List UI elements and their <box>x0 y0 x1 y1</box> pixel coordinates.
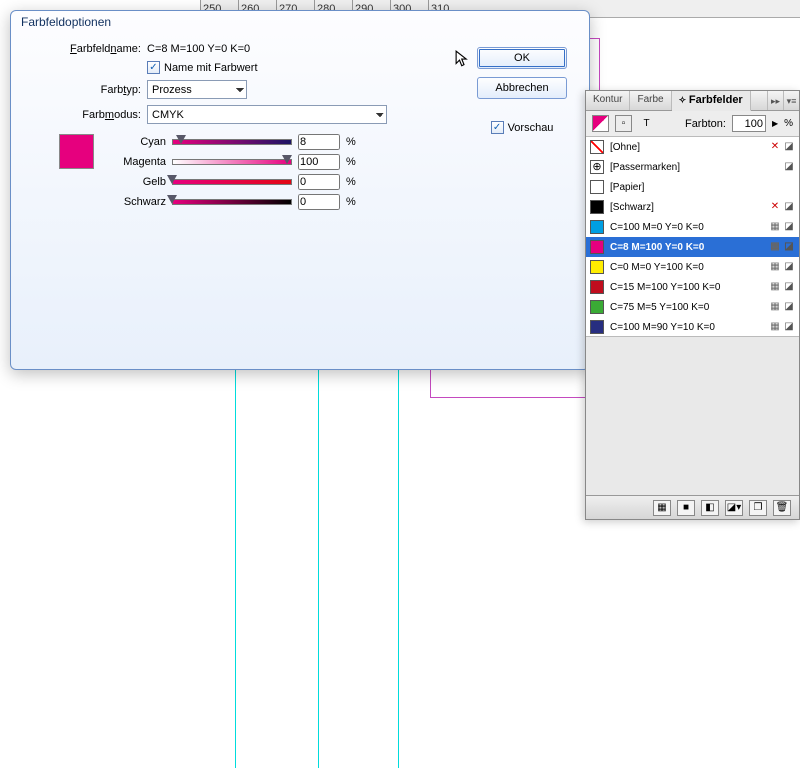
preview-label: Vorschau <box>508 122 554 134</box>
swatch-chip <box>590 180 604 194</box>
swatch-chip <box>590 280 604 294</box>
container-icon[interactable]: ▫ <box>615 115 632 132</box>
swatch-name: C=8 M=100 Y=0 K=0 <box>610 242 763 253</box>
swatch-chip <box>590 160 604 174</box>
tab-kontur[interactable]: Kontur <box>586 91 630 110</box>
magenta-label: Magenta <box>106 156 166 168</box>
dialog-title: Farbfeldoptionen <box>11 11 589 33</box>
color-type-label: Farbtyp: <box>31 84 141 96</box>
swatch-name: [Passermarken] <box>610 162 777 173</box>
pct-label: % <box>346 176 356 188</box>
yellow-label: Gelb <box>106 176 166 188</box>
pct-label: % <box>346 196 356 208</box>
swatch-name-value: C=8 M=100 Y=0 K=0 <box>147 43 250 55</box>
swatch-chip <box>590 240 604 254</box>
swatch-status-icons: ▦◪ <box>769 301 795 313</box>
swatch-name-label: Farbfeldname: <box>31 43 141 55</box>
tab-farbfelder[interactable]: ✧ Farbfelder <box>672 91 751 111</box>
show-gradients-icon[interactable]: ◧ <box>701 500 719 516</box>
swatch-status-icons: ▦◪ <box>769 221 795 233</box>
magenta-slider[interactable] <box>172 156 292 168</box>
swatch-name: C=15 M=100 Y=100 K=0 <box>610 282 763 293</box>
swatch-row[interactable]: [Papier] <box>586 177 799 197</box>
swatch-name: C=100 M=90 Y=10 K=0 <box>610 322 763 333</box>
pct-label: % <box>346 156 356 168</box>
yellow-input[interactable] <box>298 174 340 190</box>
swatch-status-icons: ▦◪ <box>769 281 795 293</box>
swatch-status-icons: ◪ <box>783 161 795 173</box>
preview-checkbox[interactable]: ✓ Vorschau <box>491 121 554 134</box>
swatch-chip <box>590 200 604 214</box>
swatch-row[interactable]: C=15 M=100 Y=100 K=0 ▦◪ <box>586 277 799 297</box>
name-with-value-checkbox[interactable]: ✓ Name mit Farbwert <box>147 61 258 74</box>
black-input[interactable] <box>298 194 340 210</box>
cyan-input[interactable] <box>298 134 340 150</box>
panel-tabs: Kontur Farbe ✧ Farbfelder ▸▸ ▾≡ <box>586 91 799 111</box>
swatch-name: C=100 M=0 Y=0 K=0 <box>610 222 763 233</box>
new-swatch-menu-icon[interactable]: ◪▾ <box>725 500 743 516</box>
panel-toolbar: ▫ T Farbton: ▶ % <box>586 111 799 137</box>
farbton-label: Farbton: <box>685 118 726 130</box>
swatch-row[interactable]: C=100 M=90 Y=10 K=0 ▦◪ <box>586 317 799 337</box>
swatches-panel: Kontur Farbe ✧ Farbfelder ▸▸ ▾≡ ▫ T Farb… <box>585 90 800 520</box>
fill-stroke-icon[interactable] <box>592 115 609 132</box>
swatch-name: [Papier] <box>610 182 789 193</box>
name-with-value-label: Name mit Farbwert <box>164 62 258 74</box>
swatch-name: C=0 M=0 Y=100 K=0 <box>610 262 763 273</box>
swatch-options-dialog: Farbfeldoptionen OK Abbrechen ✓ Vorschau… <box>10 10 590 370</box>
swatch-chip <box>590 320 604 334</box>
swatch-chip <box>590 260 604 274</box>
text-format-icon[interactable]: T <box>638 115 655 132</box>
swatch-row[interactable]: [Passermarken] ◪ <box>586 157 799 177</box>
cyan-slider[interactable] <box>172 136 292 148</box>
panel-menu-icon[interactable]: ▾≡ <box>783 91 799 110</box>
color-mode-select[interactable]: CMYK <box>147 105 387 124</box>
color-type-select[interactable]: Prozess <box>147 80 247 99</box>
swatch-name: C=75 M=5 Y=100 K=0 <box>610 302 763 313</box>
swatch-row[interactable]: C=100 M=0 Y=0 K=0 ▦◪ <box>586 217 799 237</box>
tab-farbe[interactable]: Farbe <box>630 91 671 110</box>
swatch-row[interactable]: [Schwarz] ✕◪ <box>586 197 799 217</box>
yellow-slider[interactable] <box>172 176 292 188</box>
swatch-row[interactable]: [Ohne] ✕◪ <box>586 137 799 157</box>
farbton-arrow-icon[interactable]: ▶ <box>772 119 778 128</box>
swatch-status-icons: ▦◪ <box>769 321 795 333</box>
black-label: Schwarz <box>106 196 166 208</box>
pct-label: % <box>784 118 793 129</box>
cyan-label: Cyan <box>106 136 166 148</box>
swatch-name: [Schwarz] <box>610 202 763 213</box>
swatch-status-icons: ▦◪ <box>769 241 795 253</box>
guide-vertical[interactable] <box>398 368 399 768</box>
swatch-status-icons: ✕◪ <box>769 141 795 153</box>
swatch-status-icons: ▦◪ <box>769 261 795 273</box>
guide-vertical[interactable] <box>235 368 236 768</box>
swatch-chip <box>590 140 604 154</box>
new-swatch-icon[interactable]: ❐ <box>749 500 767 516</box>
swatch-row[interactable]: C=8 M=100 Y=0 K=0 ▦◪ <box>586 237 799 257</box>
show-all-icon[interactable]: ▦ <box>653 500 671 516</box>
swatch-list[interactable]: [Ohne] ✕◪ [Passermarken] ◪ [Papier] [Schwarz]… <box>586 137 799 337</box>
farbton-input[interactable] <box>732 115 766 132</box>
show-colors-icon[interactable]: ■ <box>677 500 695 516</box>
swatch-row[interactable]: C=0 M=0 Y=100 K=0 ▦◪ <box>586 257 799 277</box>
panel-footer: ▦ ■ ◧ ◪▾ ❐ 🗑 <box>586 495 799 519</box>
guide-vertical[interactable] <box>318 368 319 768</box>
swatch-color-preview <box>59 134 94 169</box>
swatch-row[interactable]: C=75 M=5 Y=100 K=0 ▦◪ <box>586 297 799 317</box>
cancel-button[interactable]: Abbrechen <box>477 77 567 99</box>
color-mode-label: Farbmodus: <box>0 109 141 121</box>
black-slider[interactable] <box>172 196 292 208</box>
swatch-chip <box>590 220 604 234</box>
swatch-status-icons: ✕◪ <box>769 201 795 213</box>
delete-swatch-icon[interactable]: 🗑 <box>773 500 791 516</box>
magenta-input[interactable] <box>298 154 340 170</box>
swatch-name: [Ohne] <box>610 142 763 153</box>
swatch-chip <box>590 300 604 314</box>
pct-label: % <box>346 136 356 148</box>
ok-button[interactable]: OK <box>477 47 567 69</box>
panel-collapse-icon[interactable]: ▸▸ <box>767 91 783 110</box>
